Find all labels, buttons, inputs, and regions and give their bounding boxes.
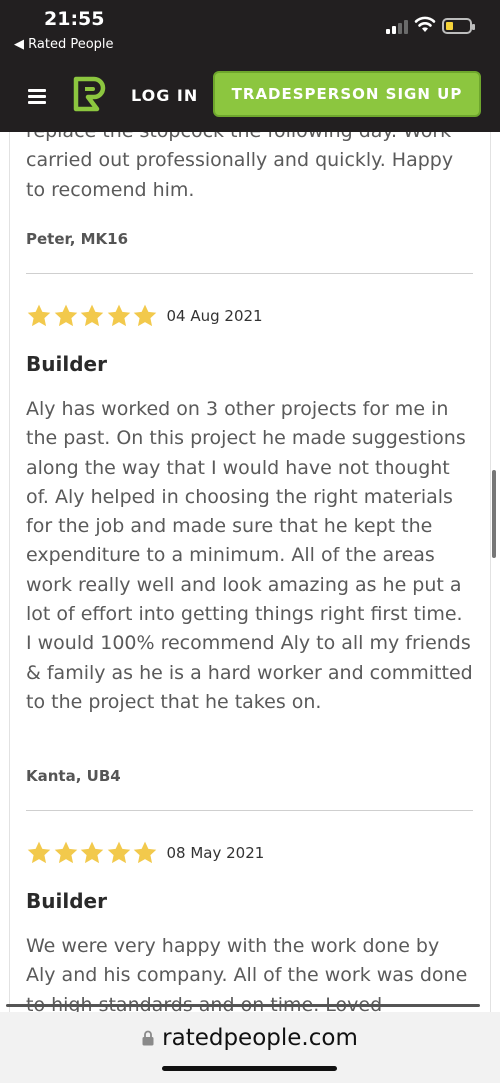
star-icon (27, 841, 51, 864)
lock-icon (142, 1030, 154, 1046)
review-text: We were very happy with the work done by… (26, 935, 468, 1012)
page-scrollbar[interactable] (492, 470, 496, 558)
home-indicator[interactable] (162, 1066, 337, 1071)
reviewer-name: Peter, MK16 (26, 230, 129, 248)
review-trade: Builder (26, 889, 107, 913)
star-icon (107, 841, 130, 864)
review-text: Aly has worked on 3 other projects for m… (26, 398, 473, 713)
star-icon (133, 304, 157, 327)
status-time: 21:55 (44, 8, 105, 30)
review-date: 08 May 2021 (166, 844, 265, 862)
address-field[interactable]: ratedpeople.com (0, 1025, 500, 1051)
star-icon (27, 304, 51, 327)
signal-icon (386, 20, 412, 34)
site-header: LOG IN TRADESPERSON SIGN UP (0, 62, 500, 132)
star-icon (80, 304, 104, 327)
divider (26, 273, 473, 274)
login-link[interactable]: LOG IN (131, 86, 198, 105)
review-date: 04 Aug 2021 (166, 307, 263, 325)
back-to-app-link[interactable]: ◀ Rated People (14, 37, 114, 52)
review-rating: 04 Aug 2021 (26, 303, 263, 329)
url-text: ratedpeople.com (162, 1025, 358, 1051)
reviewer-name: Kanta, UB4 (26, 767, 121, 785)
status-bar: 21:55 ◀ Rated People (0, 0, 500, 62)
tradesperson-signup-button[interactable]: TRADESPERSON SIGN UP (213, 71, 481, 117)
rated-people-logo[interactable] (72, 76, 108, 112)
review-text: replace the stopcock the following day. … (26, 132, 454, 201)
divider (26, 810, 473, 811)
star-icon (80, 841, 104, 864)
star-icon (54, 304, 77, 327)
star-icon (133, 841, 157, 864)
browser-address-bar: ratedpeople.com (0, 1004, 500, 1083)
star-icon (107, 304, 130, 327)
battery-icon (442, 18, 475, 34)
tab-bar-handle[interactable] (6, 1004, 480, 1007)
reviews-list: replace the stopcock the following day. … (0, 132, 500, 1012)
star-icon (54, 841, 77, 864)
review-trade: Builder (26, 352, 107, 376)
menu-icon[interactable] (28, 89, 46, 105)
review-rating: 08 May 2021 (26, 840, 264, 866)
wifi-icon (414, 16, 436, 32)
